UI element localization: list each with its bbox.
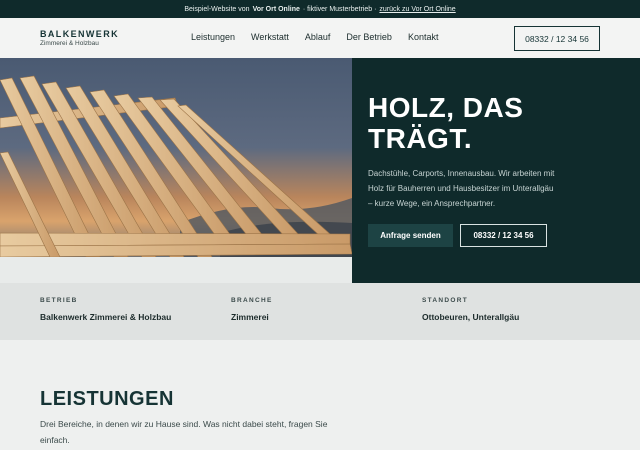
fact-value: Balkenwerk Zimmerei & Holzbau — [40, 312, 172, 322]
roof-truss-photo — [0, 58, 352, 257]
header-phone-button[interactable]: 08332 / 12 34 56 — [514, 26, 600, 51]
main-nav: Leistungen Werkstatt Ablauf Der Betrieb … — [191, 32, 438, 42]
fact-label: STANDORT — [422, 297, 469, 304]
hero-phone-button[interactable]: 08332 / 12 34 56 — [460, 224, 547, 247]
logo-name: BALKENWERK — [40, 29, 119, 39]
demo-banner-prefix: Beispiel-Website von — [184, 5, 250, 13]
nav-item-leistungen[interactable]: Leistungen — [191, 32, 235, 42]
nav-item-ablauf[interactable]: Ablauf — [305, 32, 331, 42]
company-facts: BETRIEB Balkenwerk Zimmerei & Holzbau BR… — [0, 283, 640, 340]
logo-subtitle: Zimmerei & Holzbau — [40, 40, 99, 47]
nav-item-kontakt[interactable]: Kontakt — [408, 32, 439, 42]
hero-title-line-1: HOLZ, DAS — [368, 92, 524, 123]
back-to-vor-ort-online-link[interactable]: zurück zu Vor Ort Online — [379, 6, 455, 13]
hero-image-roof-truss — [0, 58, 352, 257]
services-intro: Drei Bereiche, in denen wir zu Hause sin… — [40, 419, 328, 445]
nav-item-der-betrieb[interactable]: Der Betrieb — [346, 32, 392, 42]
hero-panel: HOLZ, DAS TRÄGT. Dachstühle, Carports, I… — [352, 58, 640, 283]
site-header: BALKENWERK Zimmerei & Holzbau Leistungen… — [0, 18, 640, 58]
services-heading: LEISTUNGEN — [40, 388, 174, 410]
nav-item-werkstatt[interactable]: Werkstatt — [251, 32, 289, 42]
hero-title: HOLZ, DAS TRÄGT. — [368, 92, 523, 154]
logo[interactable]: BALKENWERK Zimmerei & Holzbau — [40, 29, 119, 47]
fact-value: Zimmerei — [231, 312, 269, 322]
fact-value: Ottobeuren, Unterallgäu — [422, 312, 520, 322]
demo-banner-brand: Vor Ort Online — [252, 5, 300, 13]
fact-betrieb: BETRIEB Balkenwerk Zimmerei & Holzbau — [40, 297, 171, 322]
demo-banner-middle: · fiktiver Musterbetrieb · — [302, 5, 377, 13]
services-section: LEISTUNGEN Drei Bereiche, in denen wir z… — [0, 340, 640, 450]
hero-description: Dachstühle, Carports, Innenausbau. Wir a… — [368, 169, 555, 208]
fact-standort: STANDORT Ottobeuren, Unterallgäu — [422, 297, 519, 322]
fact-label: BETRIEB — [40, 297, 78, 304]
hero-title-line-2: TRÄGT. — [368, 123, 473, 154]
demo-banner: Beispiel-Website von Vor Ort Online · fi… — [0, 0, 640, 18]
request-button[interactable]: Anfrage senden — [368, 224, 453, 247]
hero-bottom-strip — [0, 257, 352, 283]
fact-label: BRANCHE — [231, 297, 273, 304]
fact-branche: BRANCHE Zimmerei — [231, 297, 273, 322]
